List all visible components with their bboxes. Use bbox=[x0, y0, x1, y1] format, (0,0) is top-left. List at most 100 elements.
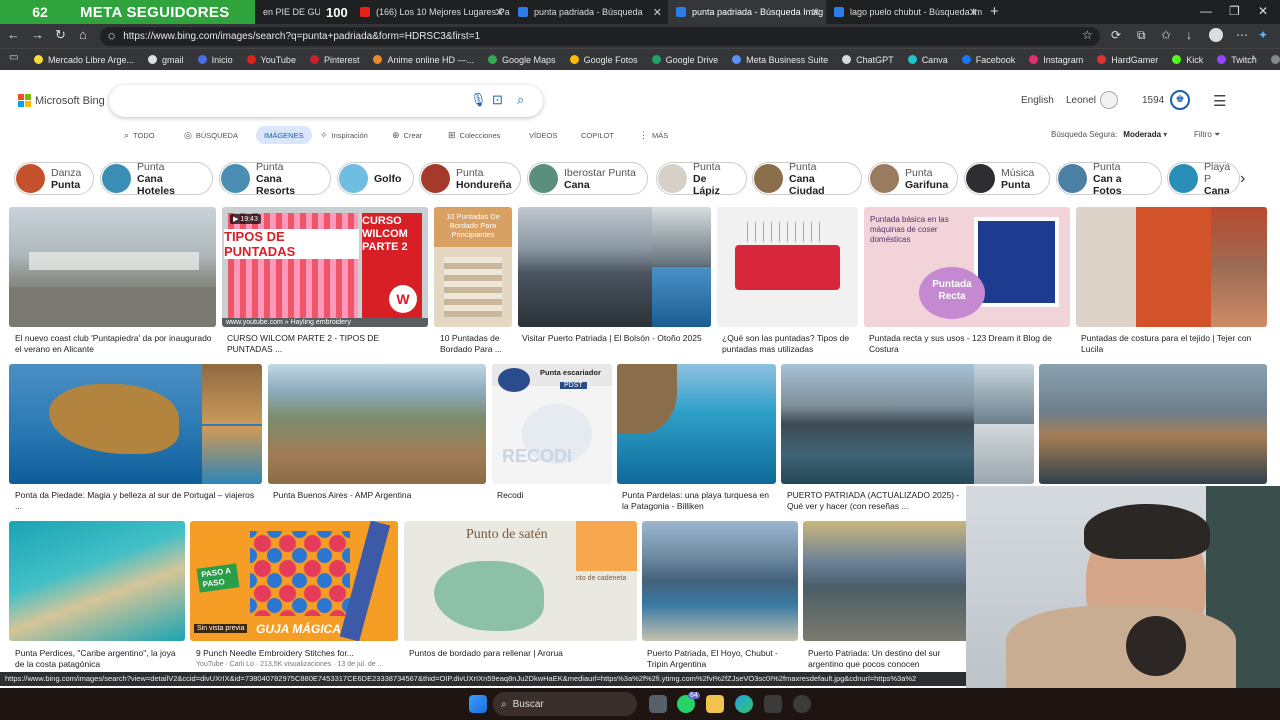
scope-tab-todo[interactable]: ⌕ TODO bbox=[124, 126, 155, 144]
user-name[interactable]: Leonel bbox=[1066, 95, 1096, 106]
result-caption[interactable]: Puntada recta y sus usos - 123 Dream it … bbox=[869, 333, 1069, 357]
hamburger-menu-icon[interactable]: ☰ bbox=[1213, 92, 1226, 110]
result-image-10[interactable] bbox=[617, 364, 776, 484]
task-view-icon[interactable] bbox=[649, 695, 667, 713]
refresh-page-icon[interactable]: ⟳ bbox=[1111, 28, 1121, 42]
related-search-chip[interactable]: Música Punta bbox=[964, 162, 1050, 195]
bookmark-item[interactable]: Google Drive bbox=[651, 55, 718, 65]
result-title[interactable]: Ponta da Piedade: Magia y belleza al sur… bbox=[15, 490, 260, 512]
filter-button[interactable]: Filtro ⏷ bbox=[1194, 130, 1220, 140]
result-image-11[interactable] bbox=[781, 364, 1034, 484]
result-title[interactable]: Puerto Patriada: Un destino del sur arge… bbox=[808, 648, 968, 670]
scope-tab-imágenes[interactable]: IMÁGENES bbox=[256, 126, 312, 144]
result-caption[interactable]: Puntos de bordado para rellenar | Arorua bbox=[409, 648, 634, 670]
related-search-chip[interactable]: Danza Punta bbox=[14, 162, 94, 195]
bookmark-item[interactable]: ChatGPT bbox=[842, 55, 894, 65]
result-image-8[interactable] bbox=[268, 364, 486, 484]
related-search-chip[interactable]: Punta Cana Resorts bbox=[219, 161, 331, 197]
bookmark-item[interactable]: Mercado Libre Arge... bbox=[34, 55, 134, 65]
scope-tab-crear[interactable]: ⊕ Crear bbox=[392, 126, 422, 144]
windows-start-icon[interactable] bbox=[469, 695, 487, 713]
bookmark-item[interactable]: Inicio bbox=[197, 55, 233, 65]
bookmark-item[interactable]: Facebook bbox=[961, 55, 1015, 65]
bookmark-item[interactable]: HardGamer bbox=[1097, 55, 1158, 65]
favorites-icon[interactable]: ✩ bbox=[1161, 28, 1171, 42]
rewards-trophy-icon[interactable]: ♚ bbox=[1170, 90, 1190, 110]
taskbar-search-input[interactable]: ⌕ Buscar bbox=[493, 692, 637, 716]
bookmark-item[interactable]: Google Fotos bbox=[569, 55, 638, 65]
result-caption[interactable]: 9 Punch Needle Embroidery Stitches for..… bbox=[196, 648, 396, 670]
tab-5[interactable]: lago puelo chubut - Búsqueda Im ✕ bbox=[826, 0, 984, 24]
related-search-chip[interactable]: Punta Cana Ciudad bbox=[752, 161, 862, 197]
bookmark-item[interactable]: LoboBot bbox=[1270, 55, 1280, 65]
result-title[interactable]: Punta Buenos Aires - AMP Argentina bbox=[273, 490, 483, 501]
user-avatar[interactable] bbox=[1100, 91, 1118, 109]
chevron-right-icon[interactable]: › bbox=[1240, 170, 1245, 188]
close-tab-icon[interactable]: ✕ bbox=[653, 6, 662, 19]
tab-4-active[interactable]: punta padriada - Búsqueda Imág ✕ bbox=[668, 0, 826, 24]
result-image-12[interactable] bbox=[1039, 364, 1267, 484]
result-caption[interactable]: 10 Puntadas de Bordado Para ... bbox=[440, 333, 515, 357]
home-icon[interactable]: ⌂ bbox=[79, 27, 87, 42]
result-caption[interactable]: El nuevo coast club 'Puntapiedra' da por… bbox=[15, 333, 215, 357]
related-search-chip[interactable]: Punta Garifuna bbox=[868, 162, 958, 195]
microphone-icon[interactable]: 🎙 bbox=[470, 92, 487, 108]
result-image-14[interactable]: Punto de satén nto de cadeneta bbox=[404, 521, 637, 641]
related-search-chip[interactable]: Punta De Lápiz bbox=[656, 161, 747, 197]
back-arrow-icon[interactable]: ← bbox=[7, 27, 20, 42]
related-search-chip[interactable]: Golfo bbox=[337, 162, 414, 195]
result-video-1[interactable]: ▶ 19:43 TIPOS DE PUNTADAS CURSO WILCOM P… bbox=[222, 207, 428, 327]
result-image-1[interactable] bbox=[9, 207, 216, 327]
result-image-16[interactable] bbox=[803, 521, 969, 641]
microsoft-store-icon[interactable] bbox=[764, 695, 782, 713]
related-search-chip[interactable]: Iberostar Punta Cana bbox=[527, 162, 648, 195]
bookmark-item[interactable]: Meta Business Suite bbox=[732, 55, 828, 65]
close-tab-icon[interactable]: ✕ bbox=[495, 6, 504, 19]
bookmarks-overflow-chevron-icon[interactable]: › bbox=[1252, 52, 1255, 63]
downloads-icon[interactable]: ↓ bbox=[1186, 28, 1192, 42]
edge-browser-icon[interactable] bbox=[735, 695, 753, 713]
close-tab-icon[interactable]: ✕ bbox=[969, 6, 978, 19]
scope-tab-vídeos[interactable]: VÍDEOS bbox=[529, 126, 557, 144]
related-search-chip[interactable]: Punta Hondureña bbox=[419, 162, 521, 195]
result-title[interactable]: Puntos de bordado para rellenar | Arorua bbox=[409, 648, 634, 659]
bookmark-item[interactable]: Anime online HD —... bbox=[373, 55, 474, 65]
result-image-7[interactable] bbox=[9, 364, 262, 484]
result-caption[interactable]: Punta Perdices, "Caribe argentino", la j… bbox=[15, 648, 183, 670]
result-title[interactable]: Puerto Patriada, El Hoyo, Chubut - Tripi… bbox=[647, 648, 797, 670]
result-image-13[interactable] bbox=[9, 521, 185, 641]
result-title[interactable]: 10 Puntadas de Bordado Para ... bbox=[440, 333, 515, 355]
result-caption[interactable]: Ponta da Piedade: Magia y belleza al sur… bbox=[15, 490, 260, 514]
copilot-icon[interactable]: ✦ bbox=[1258, 28, 1268, 42]
related-search-chip[interactable]: Playa P Cana bbox=[1167, 162, 1240, 195]
result-title[interactable]: PUERTO PATRIADA (ACTUALIZADO 2025) - Qué… bbox=[787, 490, 967, 512]
search-icon[interactable]: ⌕ bbox=[517, 92, 524, 108]
rewards-points[interactable]: 1594 bbox=[1142, 95, 1164, 106]
result-caption[interactable]: PUERTO PATRIADA (ACTUALIZADO 2025) - Qué… bbox=[787, 490, 967, 514]
result-caption[interactable]: Puerto Patriada, El Hoyo, Chubut - Tripi… bbox=[647, 648, 797, 670]
result-caption[interactable]: Punta Pardelas: una playa turquesa en la… bbox=[622, 490, 777, 514]
result-caption[interactable]: Recodi bbox=[497, 490, 607, 514]
result-caption[interactable]: Puerto Patriada: Un destino del sur arge… bbox=[808, 648, 968, 670]
scope-tab-colecciones[interactable]: ⊞ Colecciones bbox=[448, 126, 500, 144]
result-image-6[interactable] bbox=[1076, 207, 1267, 327]
tab-3[interactable]: punta padriada - Búsqueda ✕ bbox=[510, 0, 668, 24]
extensions-icon[interactable]: ⧉ bbox=[1137, 28, 1146, 43]
result-caption[interactable]: Visitar Puerto Patriada | El Bolsón - Ot… bbox=[522, 333, 712, 357]
result-image-5[interactable]: Puntada básica en las máquinas de coser … bbox=[864, 207, 1070, 327]
reload-icon[interactable]: ↻ bbox=[55, 27, 66, 43]
bookmark-item[interactable]: gmail bbox=[148, 55, 184, 65]
bookmark-item[interactable]: Google Maps bbox=[488, 55, 556, 65]
bing-logo[interactable]: Microsoft Bing bbox=[18, 94, 105, 107]
result-title[interactable]: Visitar Puerto Patriada | El Bolsón - Ot… bbox=[522, 333, 712, 344]
close-window-icon[interactable]: ✕ bbox=[1258, 4, 1268, 18]
result-title[interactable]: Recodi bbox=[497, 490, 607, 501]
scope-tab-búsqueda[interactable]: ◎ BÚSQUEDA bbox=[184, 126, 238, 144]
result-title[interactable]: ¿Qué son las puntadas? Tipos de puntadas… bbox=[722, 333, 857, 355]
scope-tab-más[interactable]: ⋮ MÁS bbox=[639, 126, 668, 144]
result-title[interactable]: Puntada recta y sus usos - 123 Dream it … bbox=[869, 333, 1069, 355]
forward-arrow-icon[interactable]: → bbox=[31, 27, 44, 42]
more-menu-icon[interactable]: ⋯ bbox=[1236, 28, 1248, 42]
result-title[interactable]: El nuevo coast club 'Puntapiedra' da por… bbox=[15, 333, 215, 355]
result-title[interactable]: 9 Punch Needle Embroidery Stitches for..… bbox=[196, 648, 396, 659]
